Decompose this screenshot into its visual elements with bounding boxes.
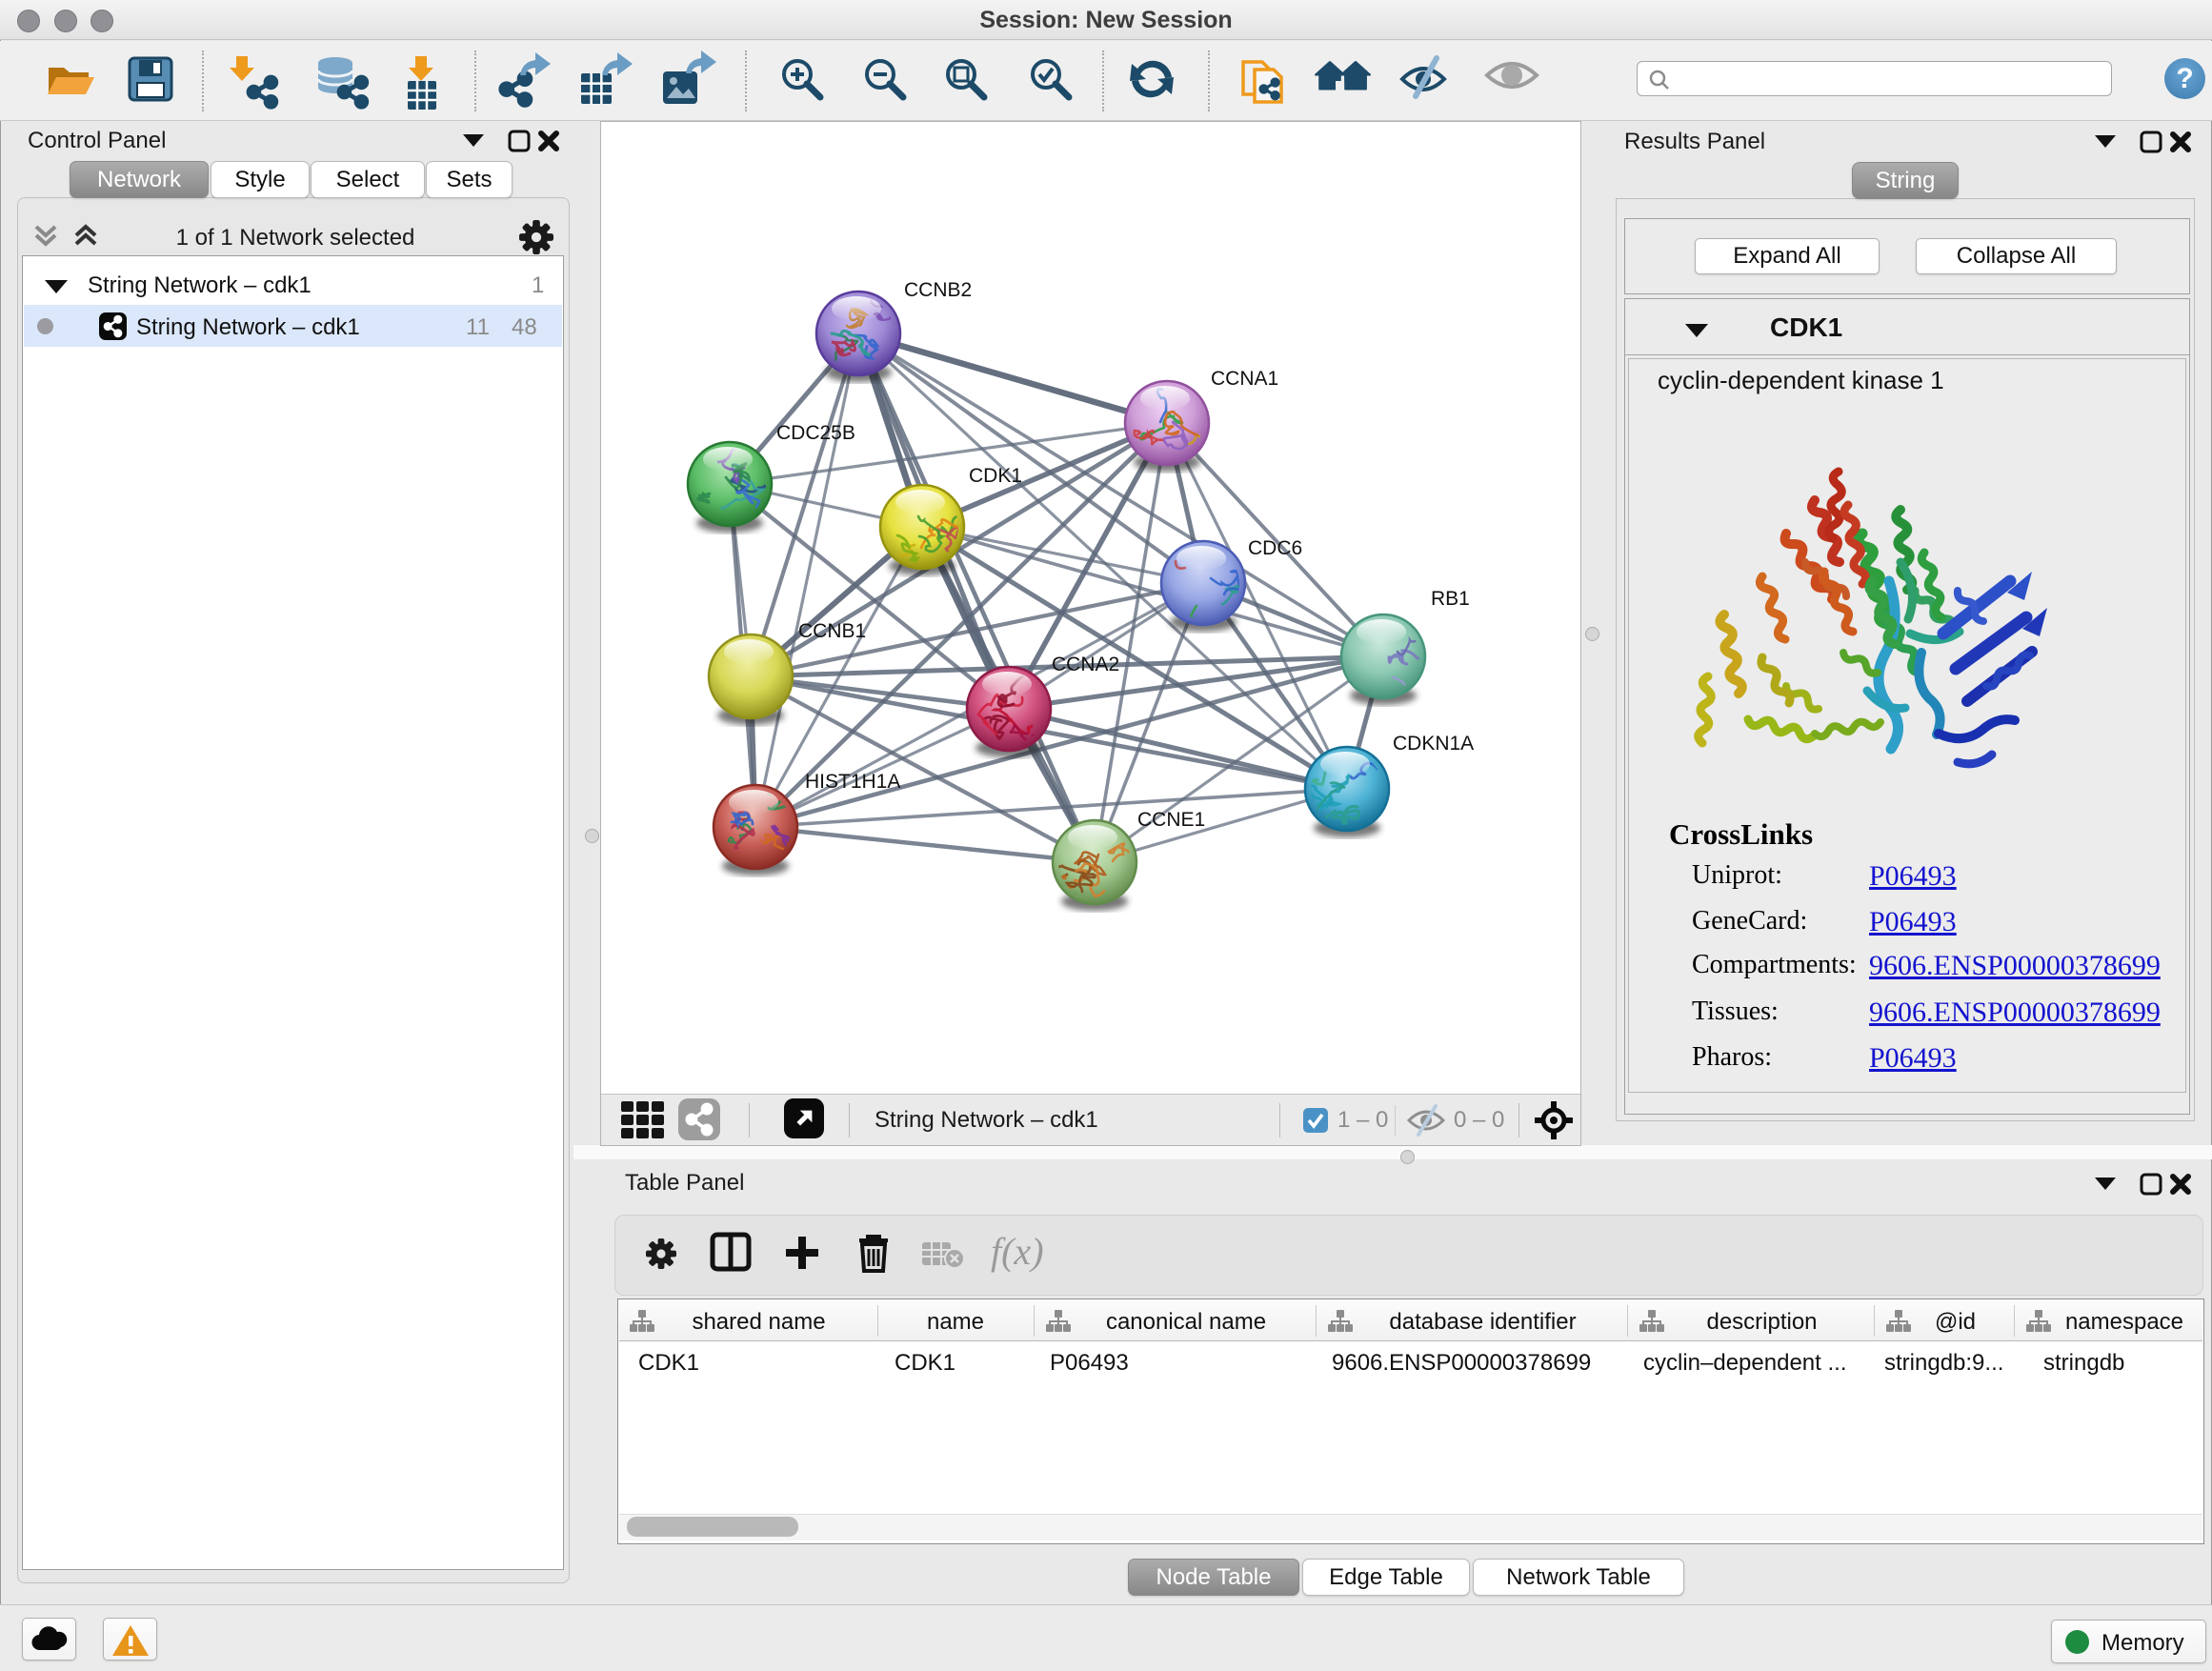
- svg-text:CCNE1: CCNE1: [1137, 809, 1205, 831]
- svg-text:CDK1: CDK1: [969, 465, 1022, 487]
- svg-text:CCNB1: CCNB1: [798, 620, 866, 642]
- svg-text:CDKN1A: CDKN1A: [1393, 733, 1474, 755]
- svg-text:CDC6: CDC6: [1248, 537, 1302, 559]
- svg-text:CCNB2: CCNB2: [904, 279, 972, 301]
- svg-text:CCNA1: CCNA1: [1211, 368, 1278, 390]
- svg-text:CDC25B: CDC25B: [776, 422, 855, 444]
- svg-text:HIST1H1A: HIST1H1A: [805, 771, 900, 793]
- svg-text:RB1: RB1: [1431, 588, 1470, 610]
- svg-text:CCNA2: CCNA2: [1052, 654, 1119, 675]
